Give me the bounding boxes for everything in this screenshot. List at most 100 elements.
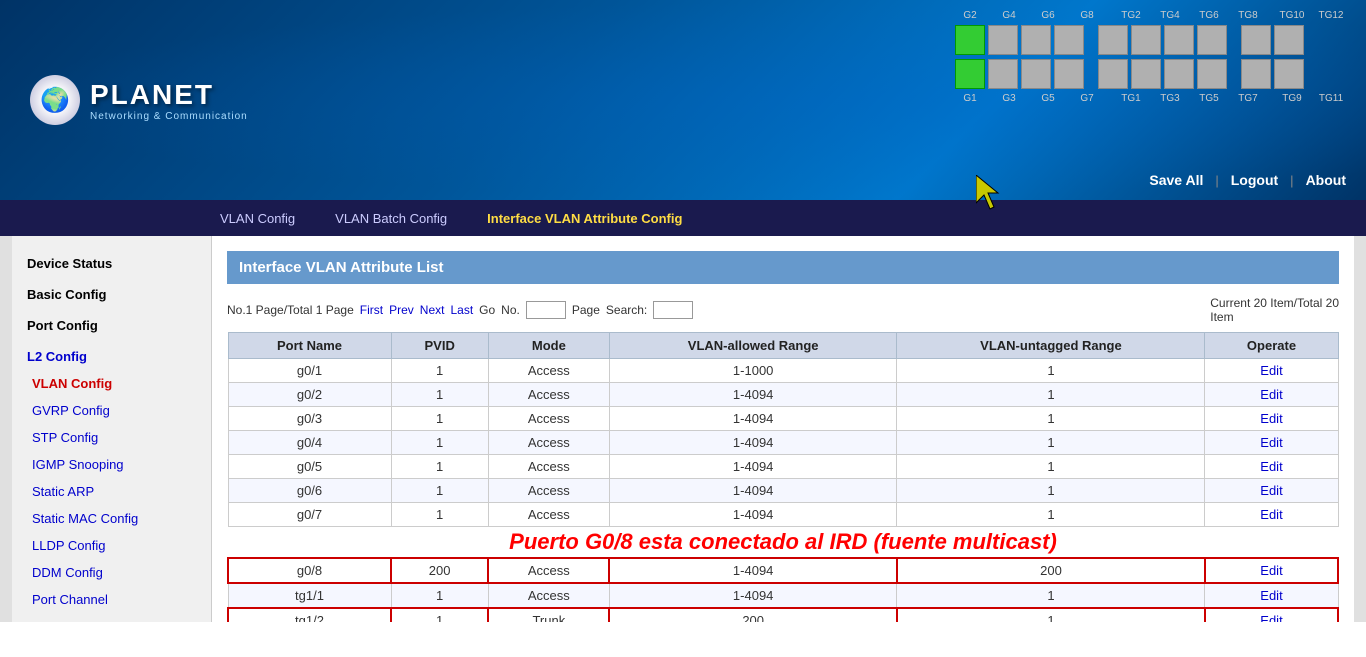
edit-link[interactable]: Edit [1260,411,1282,426]
sidebar-item-basic-config[interactable]: Basic Config [12,277,211,308]
cell-mode: Access [488,455,609,479]
sidebar-item-l2-config[interactable]: L2 Config [12,339,211,370]
main-nav: VLAN Config VLAN Batch Config Interface … [0,200,1366,236]
cell-operate: Edit [1205,407,1338,431]
sidebar-item-vlan-config[interactable]: VLAN Config [12,370,211,397]
cell-port-name: g0/4 [228,431,391,455]
cell-operate: Edit [1205,359,1338,383]
cell-vlan-allowed: 1-1000 [609,359,897,383]
cell-operate: Edit [1205,455,1338,479]
port-G8[interactable] [1054,25,1084,55]
cell-vlan-allowed: 1-4094 [609,383,897,407]
table-row: g0/61Access1-40941Edit [228,479,1338,503]
port-bottom-row[interactable] [955,59,1346,89]
cell-pvid: 1 [391,479,488,503]
cell-mode: Access [488,558,609,583]
cell-mode: Access [488,503,609,527]
port-TG9[interactable] [1241,59,1271,89]
cell-vlan-allowed: 200 [609,608,897,622]
current-info: Current 20 Item/Total 20 Item [1210,296,1339,324]
port-G7[interactable] [1054,59,1084,89]
port-G1[interactable] [955,59,985,89]
sidebar-item-lldp-config[interactable]: LLDP Config [12,532,211,559]
sidebar-item-stp-config[interactable]: STP Config [12,424,211,451]
cell-operate: Edit [1205,383,1338,407]
go-label: Go [479,303,495,317]
port-G2[interactable] [955,25,985,55]
content-wrapper: Device Status Basic Config Port Config L… [0,236,1366,622]
cell-vlan-untagged: 1 [897,503,1205,527]
sidebar-scrollbar-left[interactable] [0,236,12,622]
about-link[interactable]: About [1306,172,1346,188]
search-input[interactable] [653,301,693,319]
col-vlan-untagged: VLAN-untagged Range [897,333,1205,359]
cell-port-name: g0/5 [228,455,391,479]
cell-vlan-allowed: 1-4094 [609,407,897,431]
edit-link[interactable]: Edit [1260,459,1282,474]
port-TG4[interactable] [1131,25,1161,55]
page-number-input[interactable] [526,301,566,319]
nav-vlan-config[interactable]: VLAN Config [200,203,315,234]
edit-link[interactable]: Edit [1260,613,1282,622]
cell-port-name: g0/1 [228,359,391,383]
cell-operate: Edit [1205,608,1338,622]
edit-link[interactable]: Edit [1260,507,1282,522]
cell-operate: Edit [1205,583,1338,608]
sidebar-item-port-config[interactable]: Port Config [12,308,211,339]
port-G6[interactable] [1021,25,1051,55]
first-page-link[interactable]: First [360,303,383,317]
nav-interface-vlan-attribute-config[interactable]: Interface VLAN Attribute Config [467,203,702,234]
sidebar-item-static-mac-config[interactable]: Static MAC Config [12,505,211,532]
port-TG7[interactable] [1197,59,1227,89]
pagination-bar: No.1 Page/Total 1 Page First Prev Next L… [227,296,1339,324]
port-TG12[interactable] [1274,25,1304,55]
cell-vlan-untagged: 1 [897,407,1205,431]
table-row: g0/41Access1-40941Edit [228,431,1338,455]
port-G4[interactable] [988,25,1018,55]
table-row: g0/31Access1-40941Edit [228,407,1338,431]
logo-planet-text: PLANET [90,79,248,111]
sidebar-item-static-arp[interactable]: Static ARP [12,478,211,505]
port-G3[interactable] [988,59,1018,89]
port-TG2[interactable] [1098,25,1128,55]
cell-vlan-untagged: 1 [897,583,1205,608]
main-scrollbar-right[interactable] [1354,236,1366,622]
sidebar-item-ddm-config[interactable]: DDM Config [12,559,211,586]
port-TG3[interactable] [1131,59,1161,89]
save-all-link[interactable]: Save All [1149,172,1203,188]
next-page-link[interactable]: Next [420,303,445,317]
edit-link[interactable]: Edit [1260,435,1282,450]
cell-pvid: 1 [391,407,488,431]
port-top-row[interactable] [955,25,1346,55]
col-pvid: PVID [391,333,488,359]
sidebar-item-device-status[interactable]: Device Status [12,246,211,277]
sidebar-item-gvrp-config[interactable]: GVRP Config [12,397,211,424]
cell-vlan-allowed: 1-4094 [609,503,897,527]
port-bottom-labels: G1 G3 G5 G7 TG1 TG3 TG5 TG7 TG9 TG11 [955,93,1346,104]
port-G5[interactable] [1021,59,1051,89]
edit-link[interactable]: Edit [1260,387,1282,402]
port-TG6[interactable] [1164,25,1194,55]
port-TG1[interactable] [1098,59,1128,89]
edit-link[interactable]: Edit [1260,563,1282,578]
last-page-link[interactable]: Last [450,303,473,317]
port-TG5[interactable] [1164,59,1194,89]
cell-port-name: tg1/2 [228,608,391,622]
cell-vlan-untagged: 1 [897,479,1205,503]
port-TG11[interactable] [1274,59,1304,89]
cell-mode: Access [488,431,609,455]
sidebar-item-igmp-snooping[interactable]: IGMP Snooping [12,451,211,478]
edit-link[interactable]: Edit [1260,588,1282,603]
edit-link[interactable]: Edit [1260,483,1282,498]
cell-pvid: 1 [391,608,488,622]
logout-link[interactable]: Logout [1231,172,1278,188]
table-row: g0/8200Access1-4094200Edit [228,558,1338,583]
prev-page-link[interactable]: Prev [389,303,414,317]
port-TG8[interactable] [1197,25,1227,55]
nav-vlan-batch-config[interactable]: VLAN Batch Config [315,203,467,234]
cell-mode: Access [488,583,609,608]
port-TG10[interactable] [1241,25,1271,55]
edit-link[interactable]: Edit [1260,363,1282,378]
cell-pvid: 200 [391,558,488,583]
sidebar-item-port-channel[interactable]: Port Channel [12,586,211,613]
